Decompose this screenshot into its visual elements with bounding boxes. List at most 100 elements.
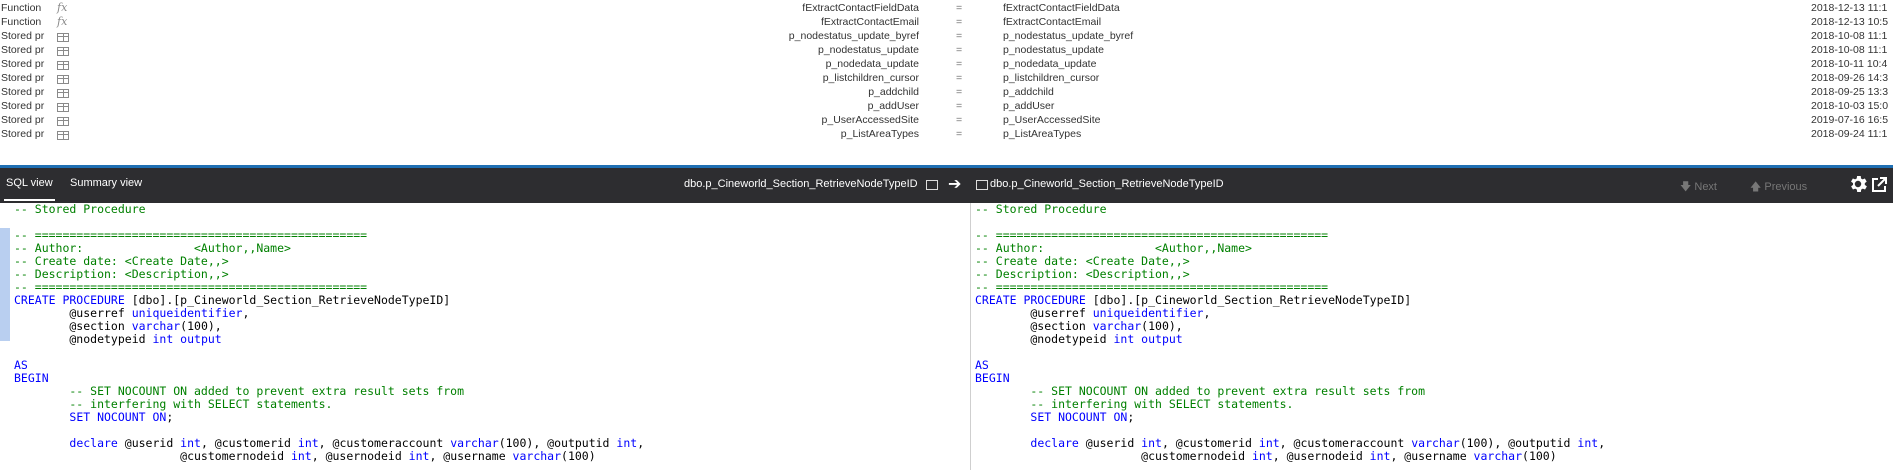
code-line: declare @userid int, @customerid int, @c… — [69, 436, 645, 450]
right-object-name: p_UserAccessedSite — [1003, 114, 1101, 126]
left-object-name: fExtractContactFieldData — [802, 2, 919, 14]
left-code-pane[interactable]: -- Stored Procedure -- =================… — [0, 203, 970, 470]
modified-date: 2019-07-16 16:5 — [1811, 114, 1889, 126]
left-object-name: p_nodestatus_update — [817, 44, 919, 56]
equal-status: = — [956, 2, 963, 14]
modified-date: 2018-09-25 13:3 — [1811, 86, 1889, 98]
next-label: Next — [1694, 181, 1717, 193]
equal-status: = — [956, 72, 963, 84]
object-type: Stored pr — [1, 86, 45, 98]
code-line: @nodetypeid int output — [14, 332, 222, 346]
code-line: -- Author: <Author,,Name> — [14, 241, 291, 255]
modified-date: 2018-09-26 14:3 — [1811, 72, 1889, 84]
right-object-name: dbo.p_Cineworld_Section_RetrieveNodeType… — [990, 178, 1224, 190]
left-object-name: p_UserAccessedSite — [821, 114, 919, 126]
modified-date: 2018-12-13 10:5 — [1811, 16, 1889, 28]
table-icon — [57, 33, 69, 42]
modified-date: 2018-09-24 11:1 — [1811, 128, 1888, 140]
arrow-up-icon: 🡅 — [1750, 181, 1762, 193]
code-line: declare @userid int, @customerid int, @c… — [1030, 436, 1606, 450]
arrow-right-icon: ➔ — [948, 176, 962, 193]
object-type: Function — [1, 16, 42, 28]
left-object-name: p_addUser — [867, 100, 919, 112]
right-object-name: p_addUser — [1003, 100, 1055, 112]
code-line: -- SET NOCOUNT ON added to prevent extra… — [14, 384, 465, 398]
table-icon — [926, 180, 938, 190]
table-icon — [976, 180, 988, 190]
left-object-name: p_nodedata_update — [825, 58, 919, 70]
code-line: @section varchar(100), — [975, 319, 1183, 333]
modified-date: 2018-12-13 11:1 — [1811, 2, 1888, 14]
object-type: Stored pr — [1, 58, 45, 70]
change-marker — [0, 228, 10, 341]
code-line: BEGIN — [14, 371, 49, 385]
code-line: -- Create date: <Create Date,,> — [975, 254, 1190, 268]
table-icon — [57, 61, 69, 70]
diff-toolbar: SQL view Summary view dbo.p_Cineworld_Se… — [0, 168, 1893, 203]
code-line: -- SET NOCOUNT ON added to prevent extra… — [975, 384, 1426, 398]
previous-label: Previous — [1764, 181, 1808, 193]
code-line: -- =====================================… — [975, 280, 1329, 294]
tab-summary-view[interactable]: Summary view — [70, 177, 142, 189]
sql-code-right: -- Stored Procedure -- =================… — [975, 203, 1605, 463]
modified-date: 2018-10-11 10:4 — [1811, 58, 1888, 70]
equal-status: = — [956, 86, 963, 98]
code-line: @customernodeid int, @usernodeid int, @u… — [14, 449, 596, 463]
table-icon — [57, 47, 69, 56]
code-line: -- Author: <Author,,Name> — [975, 241, 1252, 255]
code-line: AS — [975, 358, 989, 372]
code-line: -- interfering with SELECT statements. — [14, 397, 333, 411]
code-line: -- interfering with SELECT statements. — [975, 397, 1294, 411]
modified-date: 2018-10-08 11:1 — [1811, 30, 1888, 42]
code-line: @userref uniqueidentifier, — [975, 306, 1211, 320]
code-line: @customernodeid int, @usernodeid int, @u… — [975, 449, 1557, 463]
equal-status: = — [956, 114, 963, 126]
table-icon — [57, 89, 69, 98]
code-line: -- =====================================… — [14, 280, 368, 294]
tab-sql-view[interactable]: SQL view — [4, 177, 55, 201]
equal-status: = — [956, 44, 963, 56]
modified-date: 2018-10-08 11:1 — [1811, 44, 1888, 56]
next-button[interactable]: 🡇 Next — [1680, 178, 1717, 197]
code-line: CREATE PROCEDURE [dbo].[p_Cineworld_Sect… — [14, 293, 451, 307]
object-row[interactable]: Stored pr p_ListAreaTypes = p_ListAreaTypes… — [0, 126, 1893, 143]
right-object-name: p_nodedata_update — [1003, 58, 1097, 70]
left-object-name: fExtractContactEmail — [820, 16, 919, 28]
table-icon — [57, 131, 69, 140]
code-line: -- Description: <Description,,> — [14, 267, 229, 281]
popout-icon[interactable] — [1870, 176, 1888, 194]
object-type: Stored pr — [1, 44, 45, 56]
equal-status: = — [956, 58, 963, 70]
code-line: -- =====================================… — [14, 228, 368, 242]
table-icon — [57, 117, 69, 126]
gear-icon[interactable] — [1847, 173, 1869, 195]
object-type: Function — [1, 2, 42, 14]
code-line: BEGIN — [975, 371, 1010, 385]
right-code-pane[interactable]: -- Stored Procedure -- =================… — [971, 203, 1893, 470]
code-line: -- Create date: <Create Date,,> — [14, 254, 229, 268]
arrow-down-icon: 🡇 — [1680, 181, 1692, 193]
left-object-name: p_nodestatus_update_byref — [788, 30, 919, 42]
code-line: @nodetypeid int output — [975, 332, 1183, 346]
code-line: SET NOCOUNT ON; — [1030, 410, 1135, 424]
previous-button[interactable]: 🡅 Previous — [1750, 178, 1807, 197]
code-line: -- Stored Procedure — [975, 203, 1107, 216]
right-object-name: p_ListAreaTypes — [1003, 128, 1082, 140]
code-line: CREATE PROCEDURE [dbo].[p_Cineworld_Sect… — [975, 293, 1412, 307]
equal-status: = — [956, 30, 963, 42]
right-object-name: p_nodestatus_update_byref — [1003, 30, 1134, 42]
right-object-name: p_addchild — [1003, 86, 1054, 98]
right-object-name: fExtractContactEmail — [1003, 16, 1102, 28]
code-line: -- Stored Procedure — [14, 203, 146, 216]
object-type: Stored pr — [1, 114, 45, 126]
code-line: AS — [14, 358, 28, 372]
left-object-name: p_ListAreaTypes — [840, 128, 919, 140]
object-type: Stored pr — [1, 100, 45, 112]
function-icon: fx — [57, 1, 68, 14]
right-object-name: p_listchildren_cursor — [1003, 72, 1100, 84]
code-line: @userref uniqueidentifier, — [14, 306, 250, 320]
code-line: -- Description: <Description,,> — [975, 267, 1190, 281]
code-line: SET NOCOUNT ON; — [69, 410, 174, 424]
function-icon: fx — [57, 15, 68, 28]
right-object-name: p_nodestatus_update — [1003, 44, 1105, 56]
